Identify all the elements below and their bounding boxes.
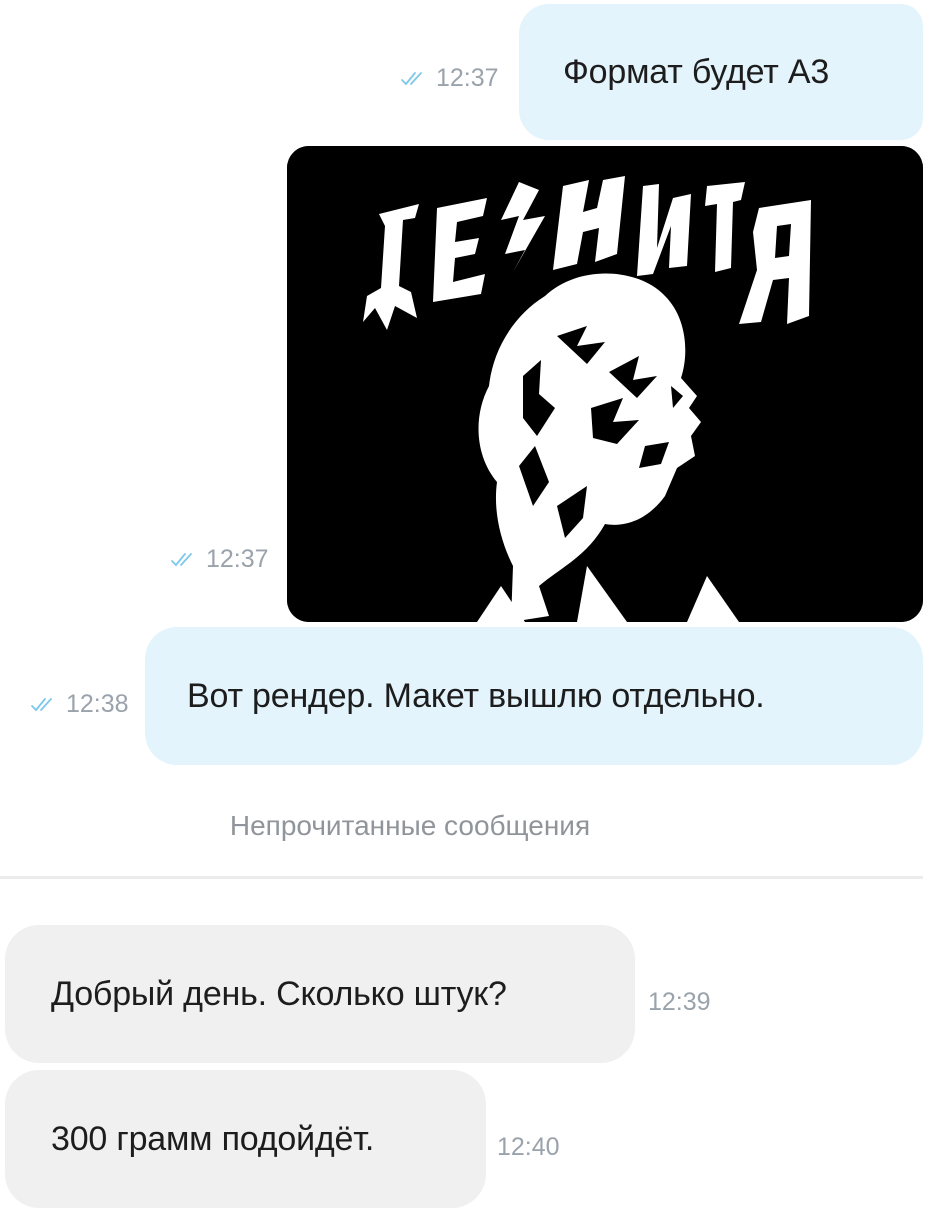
- message-meta: 12:37: [400, 64, 499, 93]
- message-meta: 12:37: [170, 545, 269, 574]
- message-time: 12:37: [206, 545, 269, 573]
- outgoing-message[interactable]: Вот рендер. Макет вышлю отдельно.: [145, 627, 923, 765]
- message-text: 300 грамм подойдёт.: [51, 1119, 375, 1158]
- poster-image: [287, 146, 923, 622]
- unread-divider-line: [0, 876, 923, 879]
- double-check-icon: [31, 697, 52, 711]
- message-time: 12:38: [66, 690, 129, 718]
- message-text: Вот рендер. Макет вышлю отдельно.: [187, 676, 765, 715]
- message-text: Формат будет А3: [563, 52, 830, 91]
- message-meta: 12:38: [30, 690, 129, 719]
- incoming-message[interactable]: Добрый день. Сколько штук?: [5, 925, 635, 1063]
- message-time: 12:37: [436, 64, 499, 92]
- double-check-icon: [401, 71, 422, 85]
- image-message[interactable]: [287, 146, 923, 622]
- message-time: 12:39: [648, 988, 711, 1016]
- unread-messages-label: Непрочитанные сообщения: [229, 810, 591, 841]
- outgoing-message[interactable]: Формат будет А3: [519, 4, 923, 140]
- incoming-message[interactable]: 300 грамм подойдёт.: [5, 1070, 486, 1208]
- message-text: Добрый день. Сколько штук?: [51, 974, 507, 1013]
- double-check-icon: [171, 552, 192, 566]
- message-time: 12:40: [497, 1133, 560, 1161]
